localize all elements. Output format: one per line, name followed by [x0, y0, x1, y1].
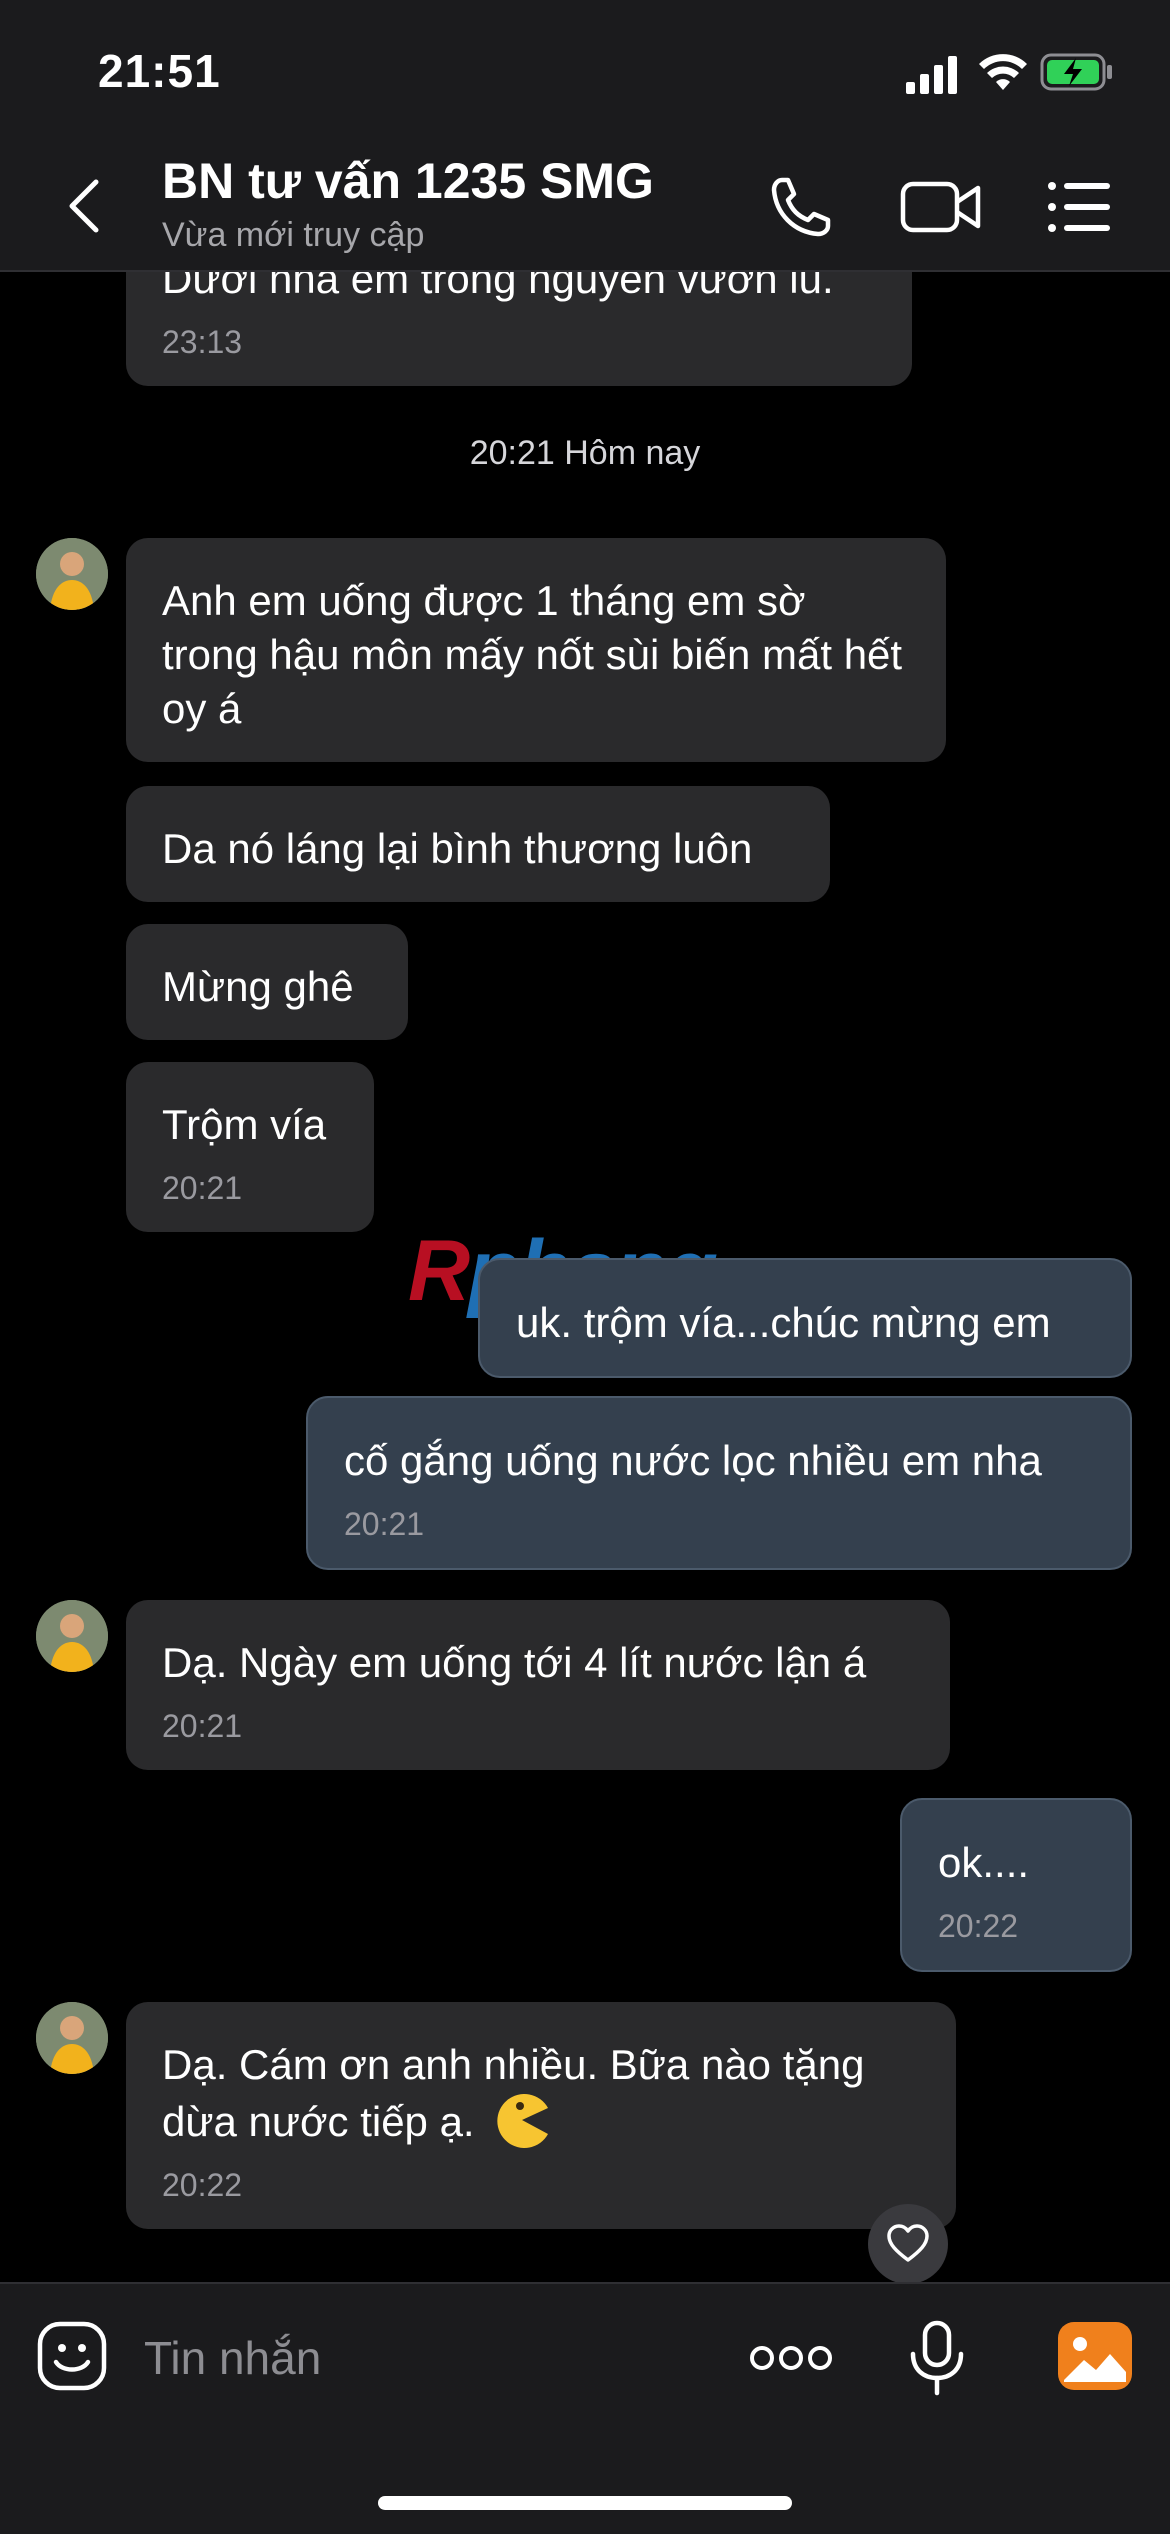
- react-heart-button[interactable]: [868, 2204, 948, 2282]
- message-time: 20:21: [162, 1708, 243, 1744]
- status-time: 21:51: [98, 45, 221, 97]
- gallery-button[interactable]: [1058, 2322, 1132, 2390]
- pacman-emoji-icon: [497, 2094, 549, 2148]
- chat-area[interactable]: Dưới nhà em trồng nguyên vườn lu. 23:13 …: [0, 272, 1170, 2282]
- heart-icon: [887, 2224, 929, 2262]
- message-text: Mừng ghê: [162, 963, 354, 1010]
- avatar[interactable]: [36, 538, 108, 610]
- battery-icon: [1040, 53, 1112, 91]
- message-bubble[interactable]: uk. trộm vía...chúc mừng em: [478, 1258, 1132, 1378]
- contact-avatar-icon: [36, 538, 108, 610]
- back-arrow-icon[interactable]: [60, 176, 112, 236]
- contact-avatar-icon: [36, 1600, 108, 1672]
- message-text: uk. trộm vía...chúc mừng em: [516, 1299, 1051, 1346]
- microphone-icon[interactable]: [906, 2320, 968, 2396]
- menu-list-icon[interactable]: [1046, 174, 1112, 240]
- sticker-icon[interactable]: [36, 2320, 108, 2392]
- message-text: Trộm vía: [162, 1101, 327, 1148]
- more-icon[interactable]: [748, 2340, 834, 2376]
- message-bubble[interactable]: Dạ. Cám ơn anh nhiều. Bữa nào tặng dừa n…: [126, 2002, 956, 2229]
- message-text: ok....: [938, 1839, 1030, 1886]
- avatar[interactable]: [36, 1600, 108, 1672]
- home-indicator: [378, 2496, 792, 2510]
- message-bubble[interactable]: Trộm vía 20:21: [126, 1062, 374, 1232]
- date-separator: 20:21 Hôm nay: [469, 434, 701, 472]
- message-bubble[interactable]: Anh em uống được 1 tháng em sờ trong hậu…: [126, 538, 946, 762]
- message-text: cố gắng uống nước lọc nhiều em nha: [344, 1437, 1042, 1484]
- message-bubble[interactable]: ok.... 20:22: [900, 1798, 1132, 1972]
- message-time: 20:22: [938, 1908, 1019, 1944]
- message-text: Da nó láng lại bình thương luôn: [162, 825, 753, 872]
- message-composer: [0, 2282, 1170, 2534]
- message-bubble[interactable]: Da nó láng lại bình thương luôn: [126, 786, 830, 902]
- message-input[interactable]: [142, 2320, 706, 2396]
- gallery-icon: [1064, 2337, 1126, 2382]
- message-time: 20:21: [162, 1170, 243, 1206]
- message-text: Anh em uống được 1 tháng em sờ trong hậu…: [162, 577, 903, 732]
- message-bubble-previous[interactable]: Dưới nhà em trồng nguyên vườn lu. 23:13: [126, 272, 912, 386]
- status-bar: 21:51: [0, 0, 1170, 140]
- message-text: Dạ. Ngày em uống tới 4 lít nước lận á: [162, 1639, 867, 1686]
- message-time: 23:13: [162, 324, 243, 360]
- wifi-icon: [979, 54, 1027, 90]
- contact-avatar-icon: [36, 2002, 108, 2074]
- message-time: 20:22: [162, 2167, 243, 2203]
- message-bubble[interactable]: Dạ. Ngày em uống tới 4 lít nước lận á 20…: [126, 1600, 950, 1770]
- phone-call-icon[interactable]: [768, 174, 834, 240]
- avatar[interactable]: [36, 2002, 108, 2074]
- message-bubble[interactable]: Mừng ghê: [126, 924, 408, 1040]
- last-seen-status: Vừa mới truy cập: [162, 216, 425, 254]
- message-time: 20:21: [344, 1506, 425, 1542]
- video-call-icon[interactable]: [900, 174, 982, 240]
- contact-name[interactable]: BN tư vấn 1235 SMG: [162, 152, 654, 210]
- signal-icon: [906, 56, 957, 94]
- chat-header: BN tư vấn 1235 SMG Vừa mới truy cập: [0, 140, 1170, 272]
- message-bubble[interactable]: cố gắng uống nước lọc nhiều em nha 20:21: [306, 1396, 1132, 1570]
- message-text: Dưới nhà em trồng nguyên vườn lu.: [162, 272, 834, 302]
